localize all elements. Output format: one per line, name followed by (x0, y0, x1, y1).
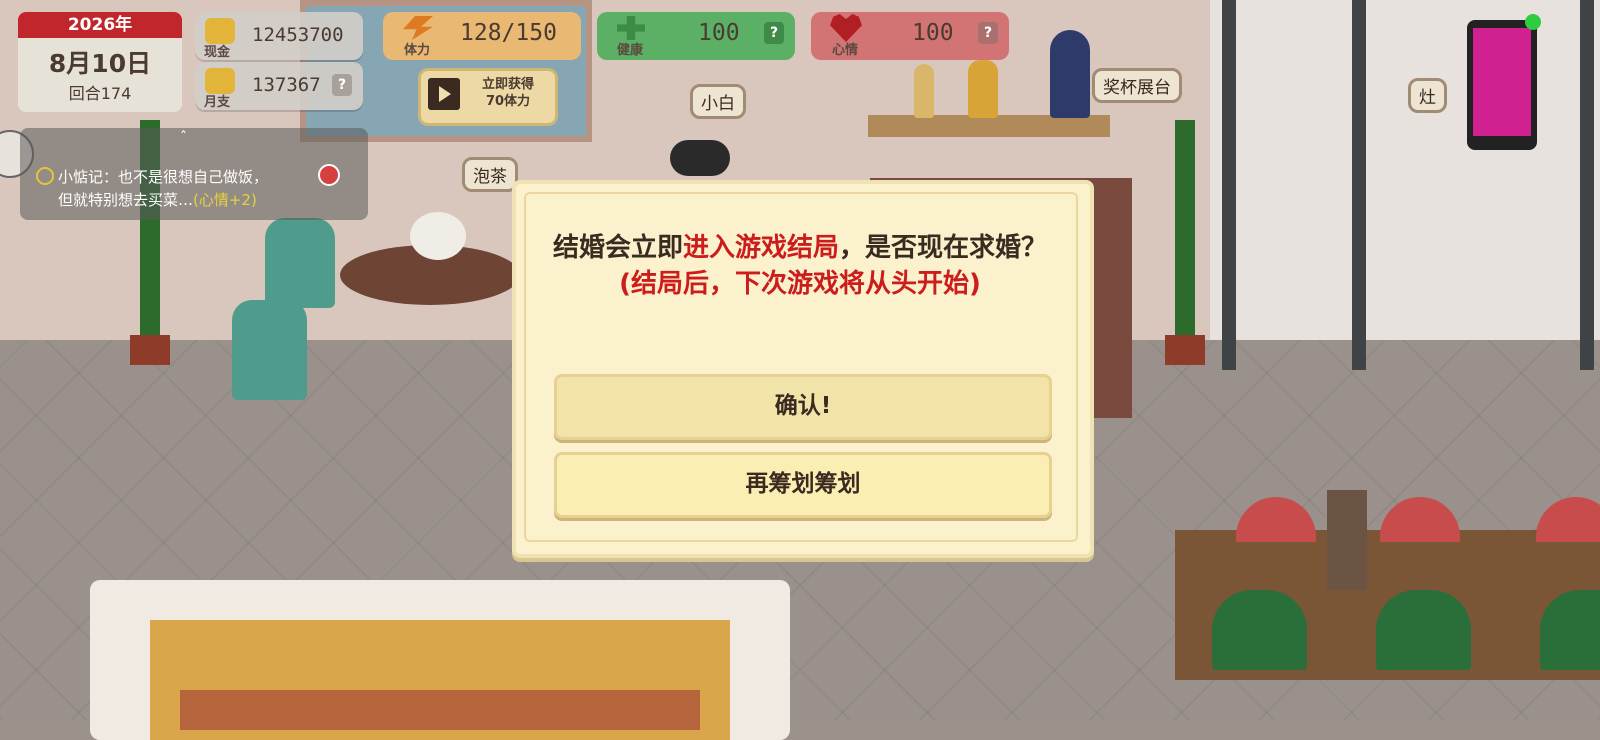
dialog-question: 结婚会立即进入游戏结局，是否现在求婚？ (540, 230, 1060, 266)
dialog-msg-part2: ，是否现在求婚？ (839, 233, 1048, 263)
dialog-message: 结婚会立即进入游戏结局，是否现在求婚？ (结局后，下次游戏将从头开始) (540, 230, 1060, 302)
dialog-msg-emphasis: 进入游戏结局 (682, 233, 839, 263)
dialog-msg-part1: 结婚会立即 (552, 233, 683, 263)
postpone-button[interactable]: 再筹划筹划 (554, 452, 1052, 518)
dialog-note: (结局后，下次游戏将从头开始) (619, 269, 981, 299)
confirm-button[interactable]: 确认! (554, 374, 1052, 440)
